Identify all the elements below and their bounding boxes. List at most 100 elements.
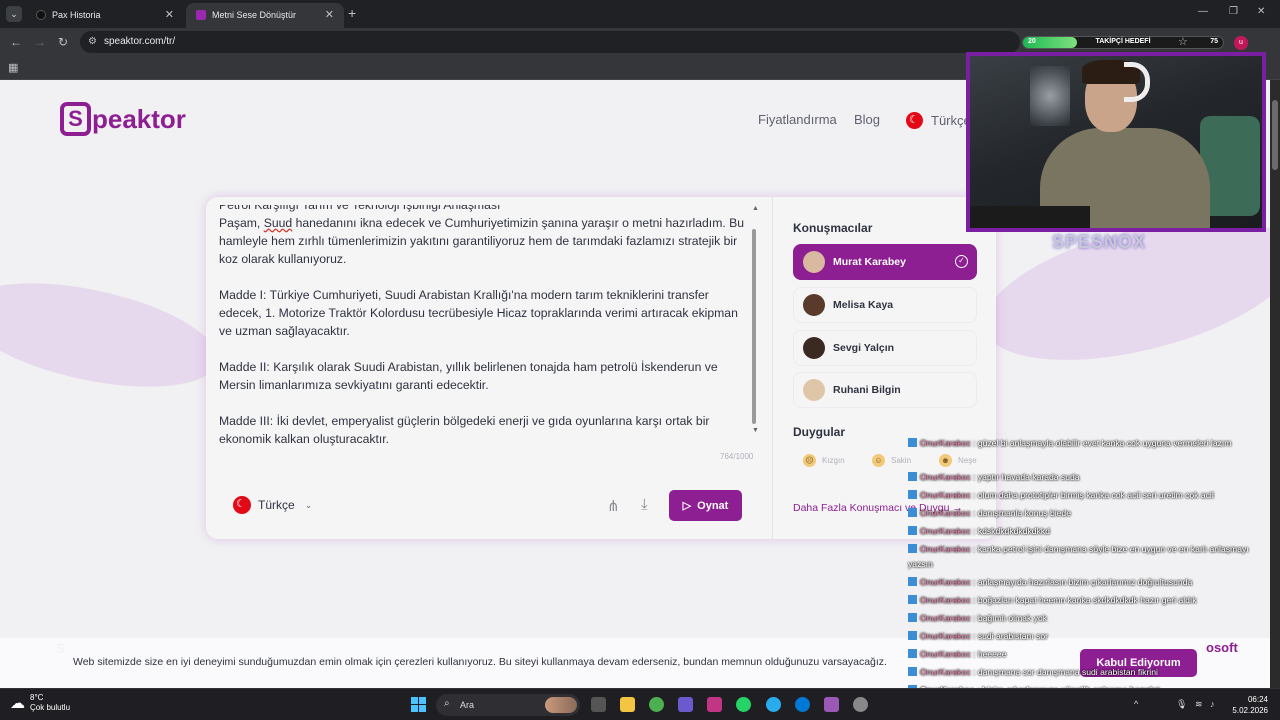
chat-message: OnurKarakoc : danışmana sor danışmana su… (908, 665, 1260, 680)
voice-language-select[interactable]: Türkçe ⌄ (233, 496, 312, 514)
editor-scroll-thumb[interactable] (752, 229, 756, 424)
chat-badge-icon (908, 508, 917, 517)
chat-badge-icon (908, 631, 917, 640)
speaktor-logo[interactable]: S peaktor (60, 99, 186, 139)
emotions-title: Duygular (793, 425, 846, 439)
page-scroll-thumb[interactable] (1272, 100, 1278, 170)
chat-username: OnurKarakoc (920, 667, 971, 677)
app-icon[interactable] (824, 697, 839, 712)
chat-message: OnurKarakoc : yaptır havada karada suda (908, 470, 1260, 485)
reload-icon[interactable]: ↻ (58, 35, 68, 49)
speaker-murat-karabey[interactable]: Murat Karabey ✓ (793, 244, 977, 280)
emotion-angry[interactable]: ☹ Kızgın (803, 454, 845, 467)
clock[interactable]: 06:24 5.02.2026 (1228, 694, 1268, 716)
bookmark-star-icon[interactable]: ☆ (1178, 35, 1188, 48)
webcam-overlay (966, 52, 1266, 232)
chat-text: boğazları kapat heemn kanka skdkdkdkdk h… (977, 595, 1197, 605)
language-switcher[interactable]: Türkçe (906, 112, 971, 129)
close-tab-icon[interactable]: ✕ (325, 8, 334, 21)
cookie-text: Web sitemizde size en iyi deneyimi sundu… (73, 656, 887, 668)
speaker-ruhani-bilgin[interactable]: Ruhani Bilgin (793, 372, 977, 408)
editor-paragraph: Madde III: İki devlet, emperyalist güçle… (219, 414, 710, 446)
chat-username: OnurKarakoc (920, 490, 971, 500)
task-view-icon[interactable] (591, 697, 606, 712)
share-icon[interactable]: ⋔ (607, 497, 620, 515)
follower-goal-bar: 20 TAKİPÇİ HEDEFİ 75 (1022, 36, 1224, 49)
chat-username: OnurKarakoc (920, 595, 971, 605)
speaker-name: Ruhani Bilgin (833, 384, 901, 396)
mic-icon[interactable]: 🎙 (1176, 699, 1187, 710)
search-highlight-image (545, 697, 577, 713)
character-count: 764/1000 (720, 452, 754, 461)
settings-icon[interactable] (853, 697, 868, 712)
chrome-icon[interactable] (649, 697, 664, 712)
chat-text: güzel bi anlaşmayla olabilir evet kanka … (977, 438, 1232, 448)
whatsapp-icon[interactable] (736, 697, 751, 712)
windows-start-icon[interactable] (411, 697, 426, 712)
close-tab-icon[interactable]: ✕ (165, 8, 174, 21)
app-icon[interactable] (678, 697, 693, 712)
forward-icon[interactable]: → (34, 35, 46, 49)
address-bar[interactable]: ⚙ speaktor.com/tr/ (80, 31, 1020, 53)
tray-chevron-icon[interactable]: ^ (1134, 699, 1138, 709)
nav-blog-link[interactable]: Blog (854, 112, 880, 127)
chat-text: anlaşmayıda hazırlasın bizim çıkarlarımı… (977, 577, 1193, 587)
speaktor-favicon-icon (196, 10, 206, 20)
check-icon: ✓ (955, 255, 968, 268)
emotion-joy[interactable]: ☻ Neşe (939, 454, 977, 467)
text-editor[interactable]: Petrol Karşılığı Tarım ve Teknoloji İşbi… (219, 205, 747, 450)
chat-username: OnurKarakoc (920, 526, 971, 536)
edge-icon[interactable] (795, 697, 810, 712)
instagram-icon[interactable] (707, 697, 722, 712)
new-tab-icon[interactable]: + (348, 5, 356, 21)
site-info-icon[interactable]: ⚙ (88, 36, 97, 47)
follower-goal-value: 75 (1210, 38, 1218, 45)
scroll-up-icon[interactable]: ▲ (752, 205, 759, 212)
tab-search-icon[interactable]: ⌄ (6, 6, 22, 22)
speaker-sevgi-yalcin[interactable]: Sevgi Yalçın (793, 330, 977, 366)
chat-badge-icon (908, 490, 917, 499)
chevron-down-icon: ⌄ (304, 499, 313, 510)
emotion-calm[interactable]: ☺ Sakin (872, 454, 911, 467)
speaker-name: Sevgi Yalçın (833, 342, 895, 354)
pax-historia-favicon-icon (36, 10, 46, 20)
tab-metni-sese-donustur[interactable]: Metni Sese Dönüştür ✕ (186, 3, 344, 28)
chat-badge-icon (908, 595, 917, 604)
back-icon[interactable]: ← (10, 35, 22, 49)
speaker-name: Murat Karabey (833, 256, 906, 268)
chat-message: OnurKarakoc : anlaşmayıda hazırlasın biz… (908, 575, 1260, 590)
minimize-icon[interactable]: — (1198, 6, 1208, 17)
chat-message: OnurKarakoc : güzel bi anlaşmayla olabil… (908, 436, 1260, 451)
editor-scrollbar[interactable]: ▲ ▼ (750, 205, 760, 435)
close-window-icon[interactable]: ✕ (1257, 6, 1265, 17)
weather-widget[interactable]: ☁ 8°C Çok bulutlu (10, 693, 70, 713)
apps-grid-icon[interactable]: ▦ (8, 61, 18, 74)
speaker-melisa-kaya[interactable]: Melisa Kaya (793, 287, 977, 323)
nav-pricing-link[interactable]: Fiyatlandırma (758, 112, 837, 127)
file-explorer-icon[interactable] (620, 697, 635, 712)
chat-username: OnurKarakoc (920, 613, 971, 623)
download-icon[interactable]: ⤓ (641, 496, 648, 513)
scroll-down-icon[interactable]: ▼ (752, 427, 759, 434)
telegram-icon[interactable] (766, 697, 781, 712)
chat-text: kdskdkdkdkdkdkkd (977, 526, 1050, 536)
chat-message: OnurKarakoc : danışmanla konuş biede (908, 506, 1260, 521)
chat-username: OnurKarakoc (920, 649, 971, 659)
taskbar-search[interactable]: ⌕ Ara (436, 694, 580, 716)
chat-text: olum daha prototipler birmiş kanka cok a… (977, 490, 1214, 500)
chat-username: OnurKarakoc (920, 438, 971, 448)
play-button[interactable]: ▷ Oynat (669, 490, 742, 521)
cam-background (1030, 66, 1070, 126)
page-scrollbar[interactable] (1270, 80, 1280, 688)
spellcheck-word: Suud (263, 216, 293, 230)
tab-pax-historia[interactable]: Pax Historia ✕ (26, 3, 184, 28)
restore-icon[interactable]: ❐ (1229, 6, 1238, 17)
search-placeholder: Ara (460, 700, 475, 710)
chat-badge-icon (908, 472, 917, 481)
wifi-icon[interactable]: ≋ (1195, 699, 1203, 710)
volume-icon[interactable]: ♪ (1210, 699, 1215, 709)
profile-avatar[interactable]: u (1234, 36, 1248, 50)
angry-face-icon: ☹ (803, 454, 816, 467)
chat-text: heeeee (977, 649, 1007, 659)
avatar (803, 251, 825, 273)
